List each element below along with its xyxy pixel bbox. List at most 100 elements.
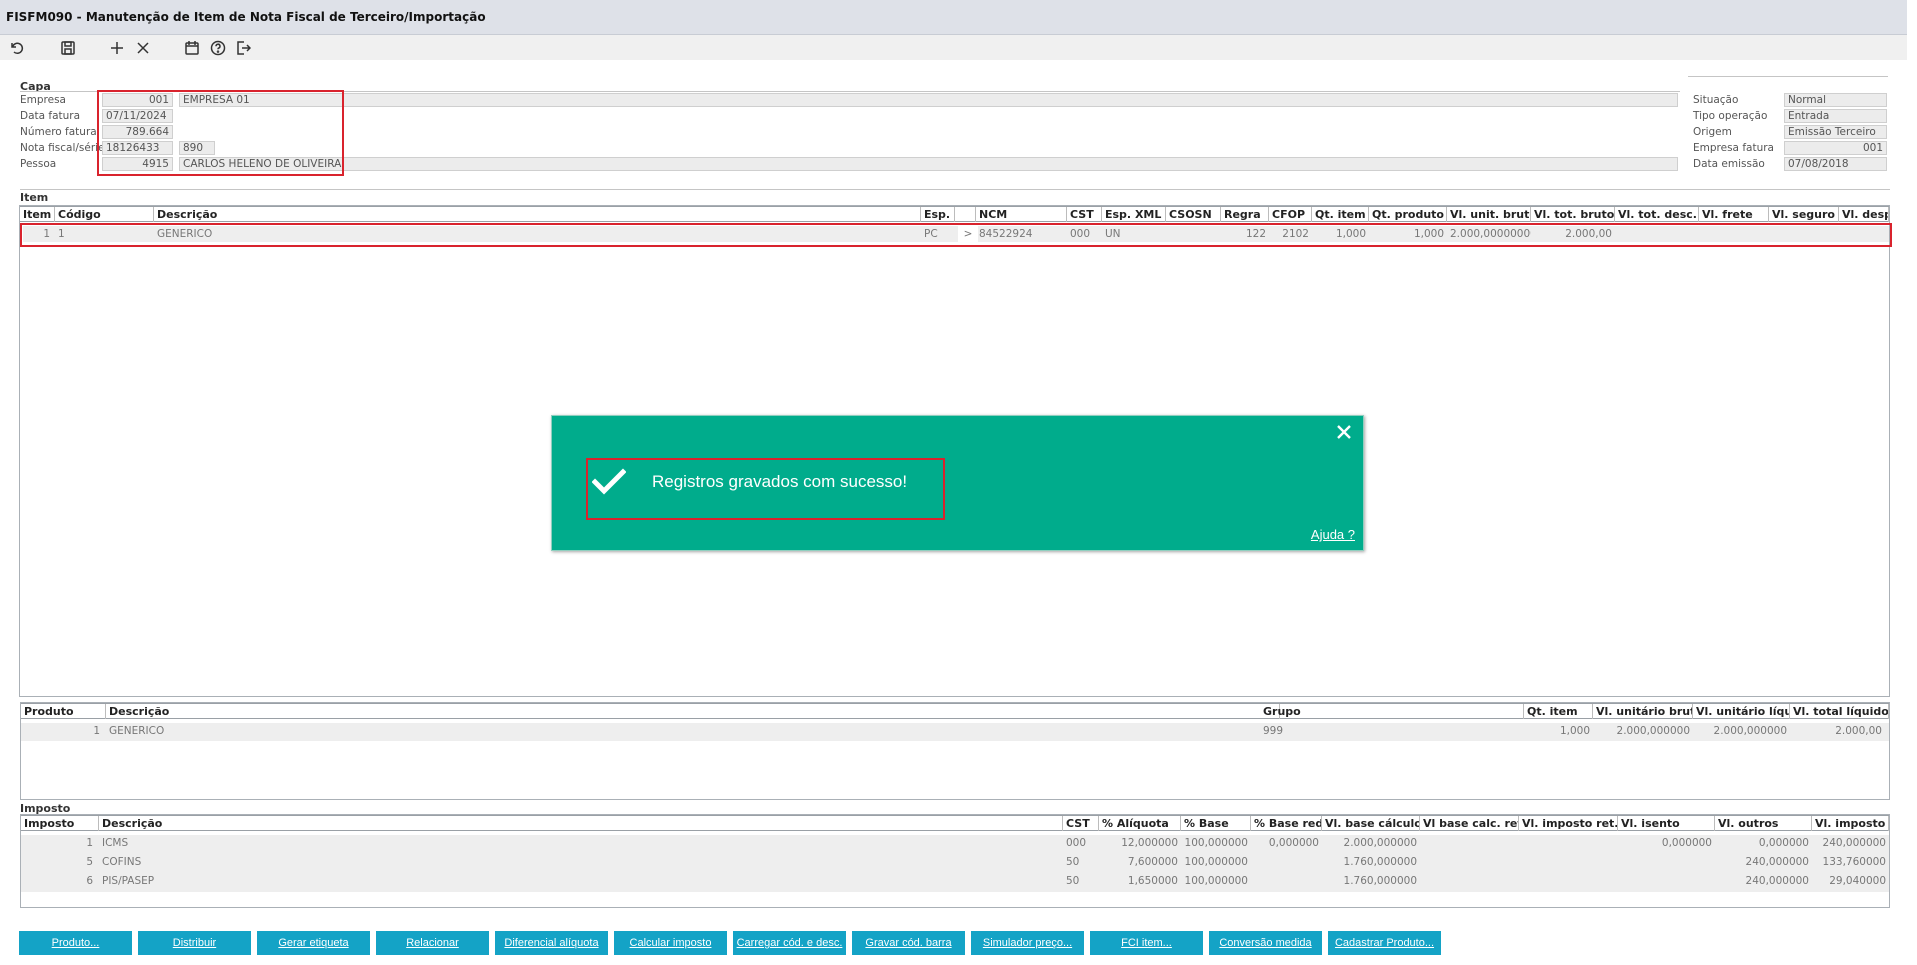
- col-esp[interactable]: Esp.: [921, 207, 955, 222]
- empresa-name-field: EMPRESA 01: [179, 93, 1678, 107]
- cell-aliquota: 7,600000: [1127, 856, 1178, 868]
- col-base-red[interactable]: % Base red.: [1251, 816, 1322, 831]
- cell-imposto-descricao: PIS/PASEP: [102, 875, 155, 887]
- empresa-fatura-field: 001: [1784, 141, 1887, 155]
- col-vl-outros[interactable]: Vl. outros: [1715, 816, 1812, 831]
- col-vl-isento[interactable]: Vl. isento: [1618, 816, 1715, 831]
- calcular-imposto-button[interactable]: Calcular imposto: [614, 931, 727, 955]
- calendar-icon[interactable]: [183, 39, 201, 57]
- success-toast: Registros gravados com sucesso! Ajuda ?: [551, 415, 1364, 551]
- gravar-cod-barra-button[interactable]: Gravar cód. barra: [852, 931, 965, 955]
- cell-vl-base-calculo: 1.760,000000: [1343, 856, 1417, 868]
- col-produto[interactable]: Produto: [21, 704, 106, 719]
- col-vl-frete[interactable]: Vl. frete: [1699, 207, 1769, 222]
- imposto-row[interactable]: 5 COFINS 50 7,600000 100,000000 1.760,00…: [21, 854, 1889, 873]
- col-imposto-cst[interactable]: CST: [1063, 816, 1099, 831]
- col-vl-desp-ac[interactable]: Vl. desp. ac.: [1839, 207, 1889, 222]
- cell-vl-base-calculo: 2.000,000000: [1343, 837, 1417, 849]
- undo-icon[interactable]: [8, 39, 26, 57]
- fci-item-button[interactable]: FCI item...: [1090, 931, 1203, 955]
- close-icon[interactable]: [1335, 423, 1353, 441]
- col-grupo[interactable]: Grupo: [1260, 704, 1524, 719]
- cell-vl-isento: [1618, 854, 1715, 870]
- cell-vl-base-calculo: 1.760,000000: [1343, 875, 1417, 887]
- col-aliquota[interactable]: % Alíquota: [1099, 816, 1181, 831]
- toolbar: [0, 35, 1907, 60]
- col-item[interactable]: Item: [20, 207, 55, 222]
- col-cfop[interactable]: CFOP: [1269, 207, 1312, 222]
- col-ncm[interactable]: NCM: [976, 207, 1067, 222]
- cell-aliquota: 12,000000: [1121, 837, 1178, 849]
- empresa-fatura-label: Empresa fatura: [1693, 142, 1774, 154]
- col-produto-descricao[interactable]: Descrição: [106, 704, 1280, 719]
- col-vl-tot-bruto[interactable]: Vl. tot. bruto: [1531, 207, 1615, 222]
- relacionar-button[interactable]: Relacionar: [376, 931, 489, 955]
- cell-base-red: [1251, 854, 1322, 870]
- produto-grid-header: Produto Descrição Grupo Qt. item Vl. uni…: [21, 703, 1889, 719]
- col-qt-item[interactable]: Qt. item: [1312, 207, 1369, 222]
- cell-aliquota: 1,650000: [1127, 875, 1178, 887]
- save-icon[interactable]: [59, 39, 77, 57]
- cell-vl-imposto-ret: [1519, 835, 1618, 851]
- col-vl-unitario-bruto[interactable]: Vl. unitário bruto: [1593, 704, 1693, 719]
- col-esp-xml[interactable]: Esp. XML: [1102, 207, 1166, 222]
- cell-vl-base-calc-ret: [1420, 873, 1519, 889]
- col-vl-imposto[interactable]: Vl. imposto: [1812, 816, 1889, 831]
- col-descricao[interactable]: Descrição: [154, 207, 921, 222]
- col-vl-base-calculo[interactable]: Vl. base cálculo: [1322, 816, 1420, 831]
- col-vl-unit-bruto[interactable]: Vl. unit. bruto: [1447, 207, 1531, 222]
- cell-imposto-cst: 000: [1066, 837, 1087, 849]
- col-base[interactable]: % Base: [1181, 816, 1251, 831]
- cell-base-red: [1251, 873, 1322, 889]
- cell-vl-base-calc-ret: [1420, 854, 1519, 870]
- cell-vl-outros: 0,000000: [1758, 837, 1809, 849]
- delete-icon[interactable]: [134, 39, 152, 57]
- cell-base: 100,000000: [1184, 837, 1248, 849]
- cell-base-red: 0,000000: [1268, 837, 1319, 849]
- produto-row[interactable]: 1 GENERICO 999 1,000 2.000,000000 2.000,…: [21, 723, 1889, 741]
- col-vl-tot-desc[interactable]: Vl. tot. desc.: [1615, 207, 1699, 222]
- add-icon[interactable]: [108, 39, 126, 57]
- empresa-label: Empresa: [20, 94, 66, 106]
- col-regra[interactable]: Regra: [1221, 207, 1269, 222]
- exit-icon[interactable]: [234, 39, 252, 57]
- col-vl-base-calc-ret[interactable]: Vl base calc. ret.: [1420, 816, 1519, 831]
- situacao-field: Normal: [1784, 93, 1887, 107]
- toast-help-link[interactable]: Ajuda ?: [1311, 527, 1355, 542]
- col-imposto-descricao[interactable]: Descrição: [99, 816, 1063, 831]
- col-vl-unitario-liquido[interactable]: Vl. unitário líquido: [1693, 704, 1790, 719]
- cell-grupo: 999: [1263, 725, 1284, 737]
- distribuir-button[interactable]: Distribuir: [138, 931, 251, 955]
- diferencial-aliquota-button[interactable]: Diferencial alíquota: [495, 931, 608, 955]
- help-icon[interactable]: [209, 39, 227, 57]
- cell-vl-imposto-ret: [1519, 854, 1618, 870]
- imposto-grid-header: Imposto Descrição CST % Alíquota % Base …: [21, 815, 1889, 831]
- data-emissao-field: 07/08/2018: [1784, 157, 1887, 171]
- origem-field: Emissão Terceiro: [1784, 125, 1887, 139]
- cell-produto: 1: [93, 725, 100, 737]
- situacao-label: Situação: [1693, 94, 1739, 106]
- produto-button[interactable]: Produto...: [19, 931, 132, 955]
- item-section-label: Item: [20, 191, 49, 204]
- col-vl-total-liquido[interactable]: Vl. total líquido: [1790, 704, 1889, 719]
- col-imposto[interactable]: Imposto: [21, 816, 99, 831]
- col-qt-produto[interactable]: Qt. produto: [1369, 207, 1447, 222]
- col-csosn[interactable]: CSOSN: [1166, 207, 1221, 222]
- col-vl-seguro[interactable]: Vl. seguro: [1769, 207, 1839, 222]
- cell-vl-imposto: 240,000000: [1822, 837, 1886, 849]
- col-codigo[interactable]: Código: [55, 207, 154, 222]
- simulador-preco-button[interactable]: Simulador preço...: [971, 931, 1084, 955]
- conversao-medida-button[interactable]: Conversão medida: [1209, 931, 1322, 955]
- col-blank[interactable]: [955, 207, 976, 222]
- capa-highlight-box: [97, 90, 344, 176]
- numero-fatura-label: Número fatura: [20, 126, 97, 138]
- col-produto-qt-item[interactable]: Qt. item: [1524, 704, 1593, 719]
- imposto-row[interactable]: 1 ICMS 000 12,000000 100,000000 0,000000…: [21, 835, 1889, 854]
- imposto-row[interactable]: 6 PIS/PASEP 50 1,650000 100,000000 1.760…: [21, 873, 1889, 892]
- cadastrar-produto-button[interactable]: Cadastrar Produto...: [1328, 931, 1441, 955]
- cell-imposto-code: 5: [86, 856, 93, 868]
- gerar-etiqueta-button[interactable]: Gerar etiqueta: [257, 931, 370, 955]
- carregar-cod-desc-button[interactable]: Carregar cód. e desc.: [733, 931, 846, 955]
- col-cst[interactable]: CST: [1067, 207, 1102, 222]
- col-vl-imposto-ret[interactable]: Vl. imposto ret.: [1519, 816, 1618, 831]
